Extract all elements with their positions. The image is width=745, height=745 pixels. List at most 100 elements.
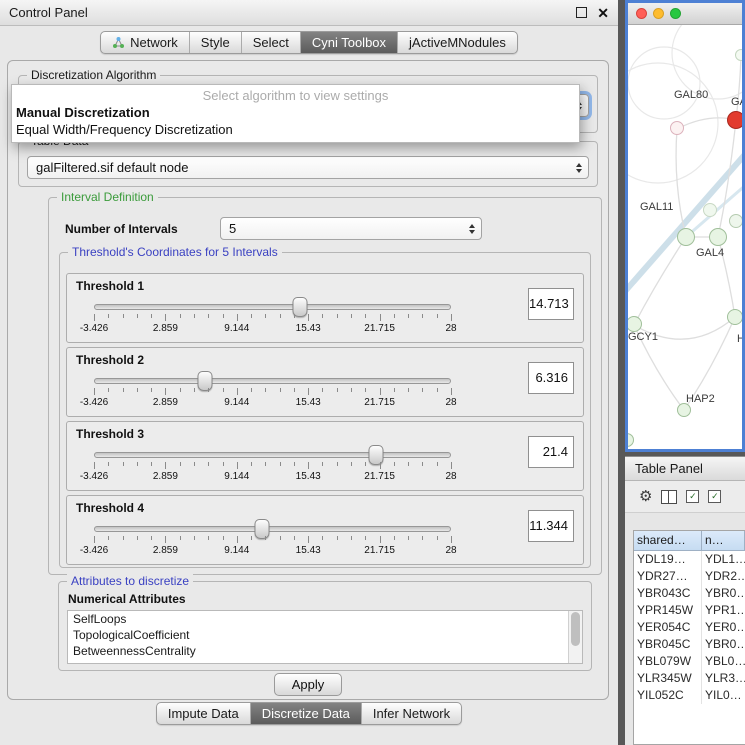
table-toolbar: ⚙ ✓ ✓ [625,481,745,513]
popup-item-manual-discretization[interactable]: Manual Discretization [12,104,579,121]
threshold-slider[interactable]: -3.4262.8599.14415.4321.71528 [94,444,451,486]
list-item[interactable]: SelfLoops [68,611,582,627]
slider-tick-label: 9.144 [224,397,249,408]
table-cell[interactable]: YBR043C [634,585,702,602]
table-cell[interactable]: YLR3… [702,670,745,687]
threshold-value-field[interactable]: 21.4 [528,436,574,468]
slider-tick-label: 21.715 [364,471,395,482]
column-header-shared-name[interactable]: shared… [634,531,702,551]
slider-tick [365,536,366,540]
table-panel-title: Table Panel [635,461,703,476]
table-row[interactable]: YBR043CYBR0… [634,585,745,602]
float-window-button[interactable] [576,7,587,18]
table-panel-header: Table Panel [625,456,745,481]
table-row[interactable]: YLR345WYLR3… [634,670,745,687]
network-node[interactable] [735,49,742,61]
table-cell[interactable]: YBL0… [702,653,745,670]
select-all-icon[interactable]: ✓ [686,490,699,503]
table-cell[interactable]: YPR1… [702,602,745,619]
threshold-value-field[interactable]: 14.713 [528,288,574,320]
close-window-button[interactable]: ✕ [597,6,609,20]
table-row[interactable]: YBR045CYBR0… [634,636,745,653]
network-window-titlebar[interactable] [628,3,742,25]
threshold-panel: Threshold 4 -3.4262.8599.14415.4321.7152… [66,495,584,565]
slider-track[interactable] [94,526,451,532]
table-cell[interactable]: YBL079W [634,653,702,670]
network-node[interactable] [677,403,691,417]
tab-infer-network[interactable]: Infer Network [361,703,461,724]
table-data-combobox[interactable]: galFiltered.sif default node [27,156,589,179]
attributes-to-discretize-group: Attributes to discretize Numerical Attri… [58,581,592,671]
network-node-label: HAP2 [686,393,715,405]
list-scrollbar[interactable] [568,611,582,663]
slider-tick-label: 21.715 [364,323,395,334]
table-row[interactable]: YIL052CYIL0… [634,687,745,704]
popup-item-equal-width-frequency[interactable]: Equal Width/Frequency Discretization [12,121,579,138]
network-node[interactable] [670,121,684,135]
table-cell[interactable]: YBR0… [702,636,745,653]
table-cell[interactable]: YPR145W [634,602,702,619]
network-node[interactable] [727,309,742,325]
deselect-all-icon[interactable]: ✓ [708,490,721,503]
slider-tick [280,388,281,392]
numerical-attributes-list[interactable]: SelfLoopsTopologicalCoefficientBetweenne… [67,610,583,664]
table-cell[interactable]: YBR0… [702,585,745,602]
tab-style[interactable]: Style [189,32,241,53]
table-cell[interactable]: YDR2… [702,568,745,585]
slider-track[interactable] [94,304,451,310]
table-panel: Table Panel ⚙ ✓ ✓ shared… n… YDL19…YDL1…… [625,456,745,745]
column-header-name[interactable]: n… [702,531,745,551]
tab-discretize-data[interactable]: Discretize Data [250,703,361,724]
table-cell[interactable]: YER054C [634,619,702,636]
table-cell[interactable]: YDL1… [702,551,745,568]
slider-tick [308,314,309,321]
network-node[interactable] [677,228,695,246]
tab-select[interactable]: Select [241,32,300,53]
table-cell[interactable]: YER0… [702,619,745,636]
threshold-value-field[interactable]: 11.344 [528,510,574,542]
table-row[interactable]: YDL19…YDL1… [634,551,745,568]
zoom-traffic-light[interactable] [670,8,681,19]
table-cell[interactable]: YIL0… [702,687,745,704]
threshold-value-field[interactable]: 6.316 [528,362,574,394]
table-cell[interactable]: YLR345W [634,670,702,687]
slider-tick [351,462,352,466]
network-node[interactable] [727,111,742,129]
table-cell[interactable]: YDR27… [634,568,702,585]
table-cell[interactable]: YDL19… [634,551,702,568]
slider-tick-labels: -3.4262.8599.14415.4321.71528 [94,545,451,557]
slider-tick [223,388,224,392]
apply-button[interactable]: Apply [274,673,342,696]
network-canvas[interactable]: GAL80GAGAL11GAL4GCY1HHAP2 [628,25,742,449]
slider-tick [294,536,295,540]
table-cell[interactable]: YBR045C [634,636,702,653]
list-item[interactable]: BetweennessCentrality [68,643,582,659]
network-node[interactable] [703,203,717,217]
number-of-intervals-combobox[interactable]: 5 [220,217,482,240]
network-node[interactable] [709,228,727,246]
settings-gear-icon[interactable]: ⚙ [639,489,652,504]
slider-track[interactable] [94,378,451,384]
table-row[interactable]: YBL079WYBL0… [634,653,745,670]
tab-impute-data[interactable]: Impute Data [157,703,250,724]
network-node[interactable] [729,214,742,228]
scrollbar-thumb[interactable] [571,612,580,646]
threshold-slider[interactable]: -3.4262.8599.14415.4321.71528 [94,296,451,338]
slider-tick [94,536,95,543]
minimize-traffic-light[interactable] [653,8,664,19]
table-row[interactable]: YPR145WYPR1… [634,602,745,619]
table-row[interactable]: YDR27…YDR2… [634,568,745,585]
list-item[interactable]: TopologicalCoefficient [68,627,582,643]
threshold-slider[interactable]: -3.4262.8599.14415.4321.71528 [94,518,451,560]
tab-jactivemnodules[interactable]: jActiveMNodules [397,32,517,53]
slider-tick [165,462,166,469]
table-cell[interactable]: YIL052C [634,687,702,704]
table-row[interactable]: YER054CYER0… [634,619,745,636]
threshold-slider[interactable]: -3.4262.8599.14415.4321.71528 [94,370,451,412]
slider-track[interactable] [94,452,451,458]
tab-network[interactable]: Network [101,32,189,53]
close-traffic-light[interactable] [636,8,647,19]
column-selector-icon[interactable] [661,490,677,504]
slider-tick [137,536,138,540]
tab-cyni-toolbox[interactable]: Cyni Toolbox [300,32,397,53]
